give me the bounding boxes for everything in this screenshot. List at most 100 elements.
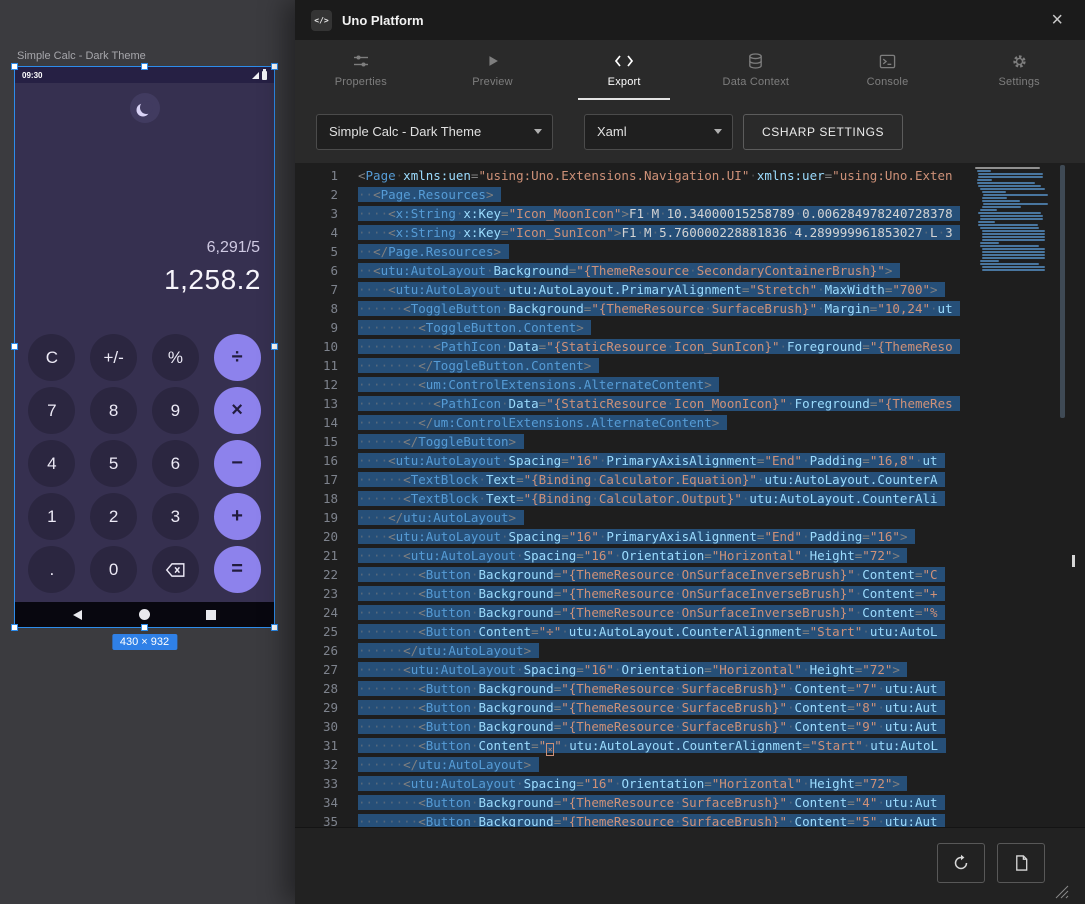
calc-key-4[interactable]: 4 <box>28 440 75 487</box>
theme-select[interactable]: Simple Calc - Dark Theme <box>316 114 553 150</box>
resize-handle-top-mid[interactable] <box>141 63 148 70</box>
export-file-button[interactable] <box>997 843 1045 883</box>
line-number: 1 <box>295 166 338 185</box>
code-line[interactable]: 35········<Button·Background="{ThemeReso… <box>295 812 975 827</box>
calc-key-%[interactable]: % <box>152 334 199 381</box>
format-select[interactable]: Xaml <box>584 114 733 150</box>
resize-handle-mid-left[interactable] <box>11 343 18 350</box>
tab-console[interactable]: Console <box>822 40 954 100</box>
code-line[interactable]: 2··<Page.Resources> <box>295 185 975 204</box>
code-line[interactable]: 27······<utu:AutoLayout·Spacing="16"·Ori… <box>295 660 975 679</box>
code-line[interactable]: 24········<Button·Background="{ThemeReso… <box>295 603 975 622</box>
code-line[interactable]: 33······<utu:AutoLayout·Spacing="16"·Ori… <box>295 774 975 793</box>
code-line[interactable]: 30········<Button·Background="{ThemeReso… <box>295 717 975 736</box>
tab-settings[interactable]: Settings <box>953 40 1085 100</box>
nav-home-icon[interactable] <box>139 609 150 620</box>
resize-handle-top-right[interactable] <box>271 63 278 70</box>
code-line[interactable]: 13··········<PathIcon·Data="{StaticResou… <box>295 394 975 413</box>
code-editor[interactable]: 1<Page·xmlns:uen="using:Uno.Extensions.N… <box>295 163 1085 827</box>
line-number: 2 <box>295 185 338 204</box>
calc-key-1[interactable]: 1 <box>28 493 75 540</box>
code-line[interactable]: 20····<utu:AutoLayout·Spacing="16"·Prima… <box>295 527 975 546</box>
code-line[interactable]: 3····<x:String·x:Key="Icon_MoonIcon">F1·… <box>295 204 975 223</box>
tab-preview[interactable]: Preview <box>427 40 559 100</box>
code-line[interactable]: 17······<TextBlock·Text="{Binding·Calcul… <box>295 470 975 489</box>
resize-handle-bottom-mid[interactable] <box>141 624 148 631</box>
line-number: 26 <box>295 641 338 660</box>
code-line[interactable]: 22········<Button·Background="{ThemeReso… <box>295 565 975 584</box>
code-line[interactable]: 4····<x:String·x:Key="Icon_SunIcon">F1·M… <box>295 223 975 242</box>
calc-key-5[interactable]: 5 <box>90 440 137 487</box>
resize-grip[interactable] <box>1053 883 1069 899</box>
code-line[interactable]: 18······<TextBlock·Text="{Binding·Calcul… <box>295 489 975 508</box>
calc-key-+/-[interactable]: +/- <box>90 334 137 381</box>
code-line[interactable]: 5··</Page.Resources> <box>295 242 975 261</box>
code-line[interactable]: 15······</ToggleButton> <box>295 432 975 451</box>
resize-handle-top-left[interactable] <box>11 63 18 70</box>
artboard-label[interactable]: Simple Calc - Dark Theme <box>17 50 146 62</box>
theme-select-value: Simple Calc - Dark Theme <box>329 124 481 139</box>
code-line[interactable]: 12········<um:ControlExtensions.Alternat… <box>295 375 975 394</box>
tab-bar: Properties PreviewExportData ContextConso… <box>295 40 1085 100</box>
calc-key-=[interactable]: = <box>214 546 261 593</box>
close-icon[interactable]: × <box>1051 10 1063 30</box>
code-line[interactable]: 10··········<PathIcon·Data="{StaticResou… <box>295 337 975 356</box>
code-line[interactable]: 6··<utu:AutoLayout·Background="{ThemeRes… <box>295 261 975 280</box>
calc-key-÷[interactable]: ÷ <box>214 334 261 381</box>
tab-properties[interactable]: Properties <box>295 40 427 100</box>
refresh-button[interactable] <box>937 843 985 883</box>
calc-key-C[interactable]: C <box>28 334 75 381</box>
calc-key-3[interactable]: 3 <box>152 493 199 540</box>
calc-key-backspace[interactable] <box>152 546 199 593</box>
theme-toggle-button[interactable] <box>130 93 160 123</box>
artboard-selection-frame[interactable]: 09:30 6,291/5 1,258.2 C+/-%÷789×456−123+… <box>14 66 275 628</box>
nav-recents-icon[interactable] <box>206 610 216 620</box>
calc-key-7[interactable]: 7 <box>28 387 75 434</box>
signal-icon <box>252 72 259 79</box>
minimap[interactable] <box>975 167 1056 272</box>
calc-key-+[interactable]: + <box>214 493 261 540</box>
line-number: 22 <box>295 565 338 584</box>
code-line[interactable]: 16····<utu:AutoLayout·Spacing="16"·Prima… <box>295 451 975 470</box>
code-line[interactable]: 14········</um:ControlExtensions.Alterna… <box>295 413 975 432</box>
calc-key-2[interactable]: 2 <box>90 493 137 540</box>
code-line[interactable]: 11········</ToggleButton.Content> <box>295 356 975 375</box>
resize-handle-mid-right[interactable] <box>271 343 278 350</box>
code-line[interactable]: 26······</utu:AutoLayout> <box>295 641 975 660</box>
code-line[interactable]: 19····</utu:AutoLayout> <box>295 508 975 527</box>
code-line[interactable]: 1<Page·xmlns:uen="using:Uno.Extensions.N… <box>295 166 975 185</box>
calc-key-9[interactable]: 9 <box>152 387 199 434</box>
code-line[interactable]: 28········<Button·Background="{ThemeReso… <box>295 679 975 698</box>
scrollbar-thumb[interactable] <box>1060 165 1065 418</box>
code-line[interactable]: 23········<Button·Background="{ThemeReso… <box>295 584 975 603</box>
calc-key-−[interactable]: − <box>214 440 261 487</box>
code-line[interactable]: 8······<ToggleButton·Background="{ThemeR… <box>295 299 975 318</box>
code-line[interactable]: 29········<Button·Background="{ThemeReso… <box>295 698 975 717</box>
tab-label: Properties <box>335 76 387 88</box>
calc-key-6[interactable]: 6 <box>152 440 199 487</box>
nav-back-icon[interactable] <box>73 610 82 620</box>
calc-key-.[interactable]: . <box>28 546 75 593</box>
resize-handle-bottom-left[interactable] <box>11 624 18 631</box>
line-number: 23 <box>295 584 338 603</box>
backspace-icon <box>165 562 186 578</box>
code-line[interactable]: 25········<Button·Content="÷"·utu:AutoLa… <box>295 622 975 641</box>
database-icon <box>747 52 764 70</box>
calc-key-×[interactable]: × <box>214 387 261 434</box>
code-line[interactable]: 31········<Button·Content="×"·utu:AutoLa… <box>295 736 975 755</box>
tab-data-context[interactable]: Data Context <box>690 40 822 100</box>
code-line[interactable]: 21······<utu:AutoLayout·Spacing="16"·Ori… <box>295 546 975 565</box>
code-line[interactable]: 32······</utu:AutoLayout> <box>295 755 975 774</box>
code-line[interactable]: 34········<Button·Background="{ThemeReso… <box>295 793 975 812</box>
csharp-settings-button[interactable]: CSHARP SETTINGS <box>743 114 903 150</box>
minimap-line <box>982 248 1045 250</box>
minimap-line <box>982 197 1007 199</box>
calc-key-0[interactable]: 0 <box>90 546 137 593</box>
code-line[interactable]: 7····<utu:AutoLayout·utu:AutoLayout.Prim… <box>295 280 975 299</box>
minimap-line <box>982 200 1021 202</box>
resize-handle-bottom-right[interactable] <box>271 624 278 631</box>
tab-export[interactable]: Export <box>558 40 690 100</box>
format-select-value: Xaml <box>597 124 627 139</box>
code-line[interactable]: 9········<ToggleButton.Content> <box>295 318 975 337</box>
calc-key-8[interactable]: 8 <box>90 387 137 434</box>
